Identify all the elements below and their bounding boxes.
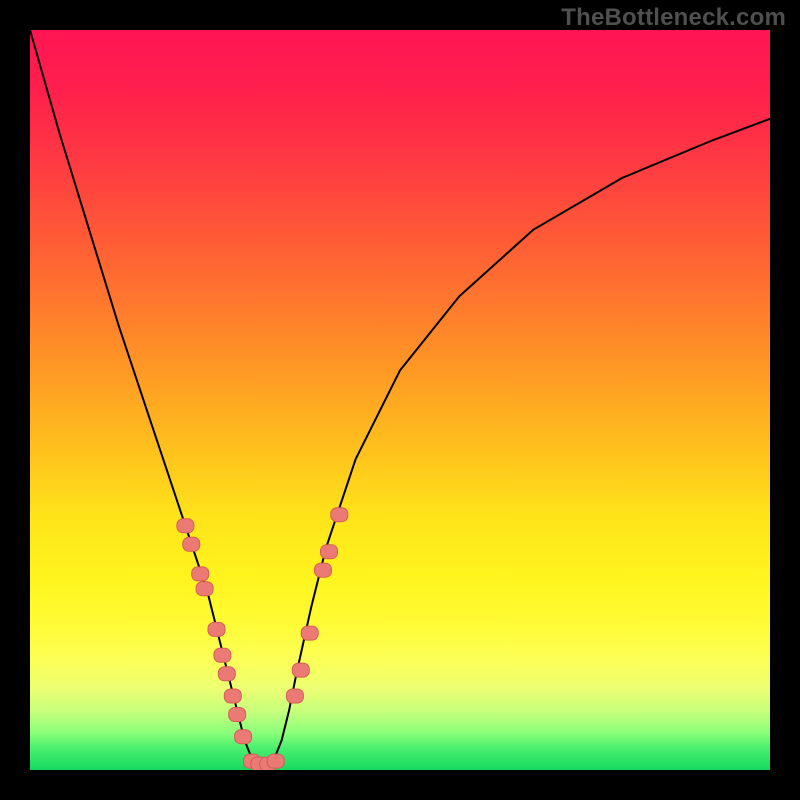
marker-bead <box>218 667 235 681</box>
marker-bead <box>224 689 241 703</box>
marker-bead <box>208 622 225 636</box>
marker-bead <box>321 545 338 559</box>
marker-bead <box>301 626 318 640</box>
marker-bead <box>177 519 194 533</box>
marker-bead <box>292 663 309 677</box>
bottleneck-curve <box>30 30 770 764</box>
marker-bead <box>192 567 209 581</box>
marker-bead <box>315 563 332 577</box>
marker-bead <box>183 537 200 551</box>
marker-group <box>177 508 348 770</box>
image-frame: TheBottleneck.com <box>0 0 800 800</box>
marker-bead <box>331 508 348 522</box>
marker-bead <box>214 648 231 662</box>
chart-svg <box>30 30 770 770</box>
marker-bead <box>267 754 284 768</box>
marker-bead <box>286 689 303 703</box>
marker-bead <box>229 708 246 722</box>
watermark-text: TheBottleneck.com <box>561 4 786 32</box>
marker-bead <box>235 730 252 744</box>
plot-area <box>30 30 770 770</box>
marker-bead <box>196 582 213 596</box>
